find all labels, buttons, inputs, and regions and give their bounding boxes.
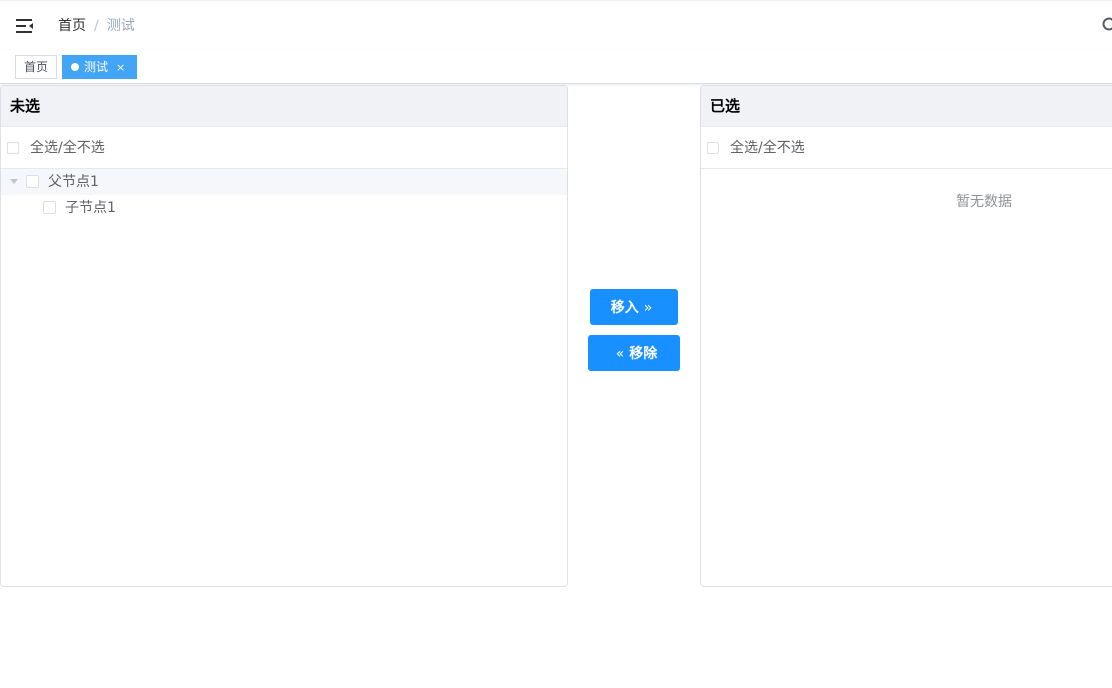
active-dot-icon: [71, 63, 79, 71]
move-in-label: 移入: [610, 300, 639, 316]
tree-node-child-label: 子节点1: [65, 200, 116, 216]
tag-test-label: 测试: [84, 60, 109, 74]
left-check-all-label: 全选/全不选: [30, 140, 105, 156]
breadcrumb-separator: /: [94, 18, 99, 34]
unselected-panel-title: 未选: [1, 86, 567, 127]
hamburger-icon[interactable]: [14, 16, 36, 36]
empty-text: 暂无数据: [956, 194, 1012, 210]
tag-home-label: 首页: [24, 60, 49, 74]
unselected-panel: 未选 全选/全不选 父节点1 子节点1: [0, 85, 568, 587]
close-icon[interactable]: ×: [116, 57, 125, 79]
navbar: 首页 / 测试: [0, 0, 1112, 50]
tag-home[interactable]: 首页: [15, 55, 57, 79]
double-left-icon: «: [615, 346, 625, 362]
breadcrumb-home[interactable]: 首页: [58, 18, 86, 34]
search-icon[interactable]: [1102, 17, 1112, 33]
tag-test[interactable]: 测试 ×: [62, 55, 137, 79]
left-check-all[interactable]: 全选/全不选: [1, 127, 567, 169]
tree-node-parent[interactable]: 父节点1: [1, 169, 567, 195]
double-right-icon: »: [643, 300, 653, 316]
move-out-label: 移除: [629, 346, 658, 362]
move-in-button[interactable]: 移入»: [590, 289, 678, 325]
selected-panel: 已选 全选/全不选 暂无数据: [700, 85, 1112, 587]
tree-node-parent-checkbox[interactable]: [26, 175, 39, 188]
right-check-all-checkbox[interactable]: [707, 142, 719, 154]
breadcrumb: 首页 / 测试: [58, 17, 135, 35]
move-out-button[interactable]: «移除: [588, 335, 680, 371]
left-check-all-checkbox[interactable]: [7, 142, 19, 154]
right-check-all[interactable]: 全选/全不选: [701, 127, 1112, 169]
tags-view: 首页 测试 ×: [0, 50, 1112, 84]
selected-panel-title: 已选: [701, 86, 1112, 127]
breadcrumb-current: 测试: [106, 18, 135, 34]
tree-node-parent-label: 父节点1: [48, 174, 99, 190]
right-check-all-label: 全选/全不选: [730, 140, 805, 156]
caret-down-icon[interactable]: [10, 179, 18, 184]
tree-node-child-checkbox[interactable]: [43, 201, 56, 214]
tree-node-child[interactable]: 子节点1: [1, 195, 567, 221]
